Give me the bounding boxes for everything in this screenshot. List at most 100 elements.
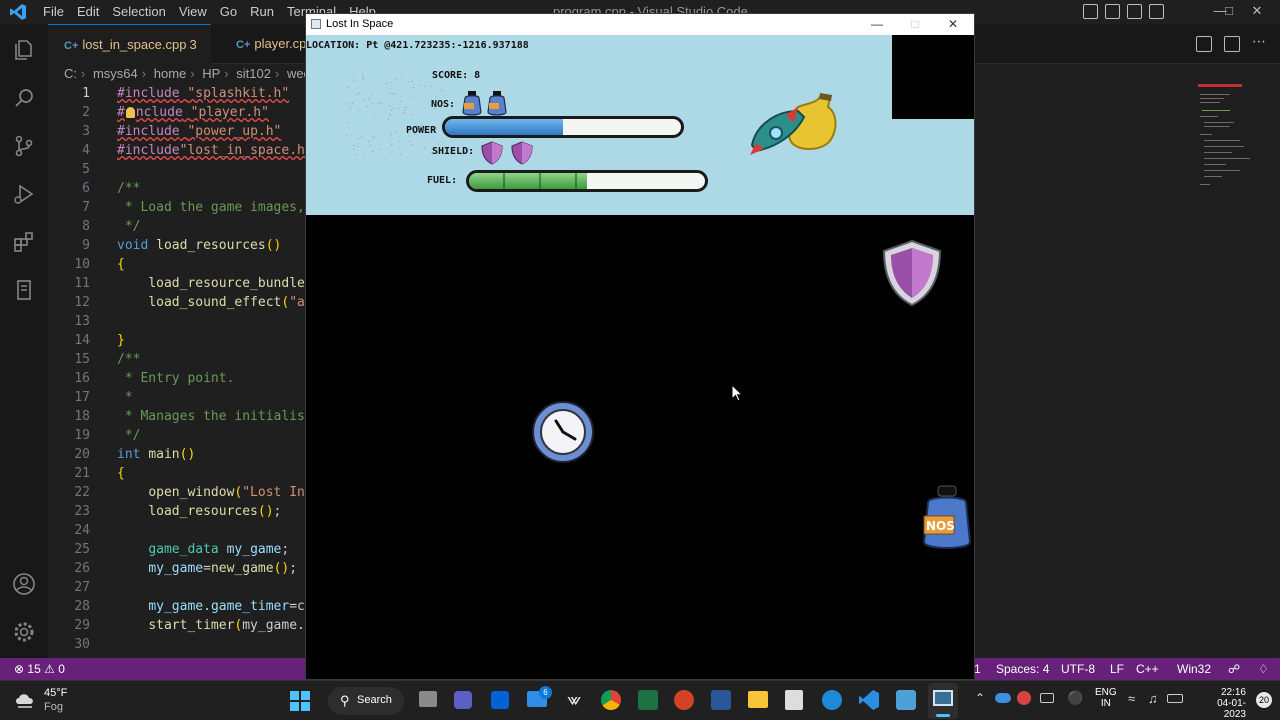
- vscode-taskbar-icon[interactable]: [859, 690, 879, 710]
- menu-run[interactable]: Run: [250, 3, 282, 21]
- language-code: ENG: [1095, 687, 1117, 698]
- close-icon[interactable]: ✕: [1234, 0, 1280, 24]
- code-text: * Entry point.: [117, 371, 235, 386]
- show-hidden-icons-icon[interactable]: ⌃: [975, 691, 985, 705]
- tab-lost-in-space-cpp[interactable]: C+ lost_in_space.cpp 3: [48, 24, 211, 64]
- toggle-panel-icon[interactable]: [1105, 4, 1120, 19]
- run-debug-icon[interactable]: [12, 182, 36, 206]
- indentation-setting[interactable]: Spaces: 4: [996, 658, 1049, 680]
- code-text: start_timer(my_game.g: [148, 618, 313, 633]
- teams-chat-icon[interactable]: [454, 691, 472, 709]
- onedrive-icon[interactable]: [995, 693, 1011, 703]
- line-number: 1: [82, 86, 90, 101]
- notification-count[interactable]: 20: [1256, 692, 1272, 708]
- source-control-icon[interactable]: [12, 134, 36, 158]
- dropbox-icon[interactable]: [491, 691, 509, 709]
- menu-file[interactable]: File: [43, 3, 72, 21]
- keyboard-icon[interactable]: [1040, 693, 1054, 703]
- weather-temp[interactable]: 45°F: [44, 687, 67, 699]
- breadcrumb-item[interactable]: C:: [64, 66, 77, 81]
- microphone-icon[interactable]: ⚫: [1067, 690, 1083, 706]
- windows-start-icon[interactable]: [290, 691, 310, 711]
- menu-selection[interactable]: Selection: [112, 3, 173, 21]
- powerpoint-icon[interactable]: [674, 690, 694, 710]
- settings-gear-icon[interactable]: [12, 620, 36, 644]
- game-maximize-button[interactable]: □: [896, 14, 934, 34]
- language-indicator[interactable]: ENG IN: [1095, 687, 1117, 709]
- game-taskbar-button[interactable]: [928, 683, 958, 719]
- accounts-icon[interactable]: [12, 572, 36, 596]
- shield-powerup-sprite: [882, 239, 942, 307]
- shield-label: SHIELD:: [432, 146, 475, 157]
- game-close-button[interactable]: ✕: [934, 14, 972, 34]
- breadcrumb-item[interactable]: msys64: [93, 66, 138, 81]
- toggle-sidebar-icon[interactable]: [1083, 4, 1098, 19]
- line-number: 10: [74, 257, 90, 272]
- code-text: * Load the game images,: [117, 200, 305, 215]
- game-minimize-button[interactable]: —: [858, 14, 896, 34]
- clock[interactable]: 22:16 04-01-2023: [1196, 687, 1246, 720]
- file-explorer-icon[interactable]: [748, 691, 768, 708]
- line-number: 13: [74, 314, 90, 329]
- weather-desc[interactable]: Fog: [44, 701, 63, 713]
- clock-date: 04-01-2023: [1217, 698, 1246, 720]
- eol-setting[interactable]: LF: [1110, 658, 1124, 680]
- feedback-icon[interactable]: ☍: [1228, 658, 1240, 680]
- power-label: POWER: [406, 125, 437, 136]
- encoding-setting[interactable]: UTF-8: [1061, 658, 1095, 680]
- breadcrumb-item[interactable]: HP: [202, 66, 220, 81]
- excel-icon[interactable]: [638, 690, 658, 710]
- word-icon[interactable]: [711, 690, 731, 710]
- customize-layout-icon[interactable]: [1149, 4, 1164, 19]
- notifications-bell-icon[interactable]: ♢: [1258, 658, 1269, 680]
- breadcrumb-item[interactable]: sit102: [236, 66, 271, 81]
- minimap[interactable]: [1198, 84, 1268, 204]
- search-icon[interactable]: [12, 86, 36, 110]
- extensions-icon[interactable]: [12, 230, 36, 254]
- activity-bar: [0, 24, 48, 658]
- battery-icon[interactable]: [1167, 694, 1183, 703]
- line-number: 18: [74, 409, 90, 424]
- shield-icon: [480, 141, 504, 165]
- toggle-secondary-sidebar-icon[interactable]: [1127, 4, 1142, 19]
- language-mode[interactable]: C++: [1136, 658, 1159, 680]
- remote-explorer-icon[interactable]: [12, 278, 36, 302]
- game-window[interactable]: Lost In Space — □ ✕ LOCATION: Pt @421.72…: [305, 13, 975, 680]
- taskbar-search-button[interactable]: ⚲ Search: [328, 687, 404, 715]
- nos-powerup-sprite: NOS: [922, 485, 972, 549]
- security-icon[interactable]: [1017, 691, 1031, 705]
- wifi-icon[interactable]: ≈: [1128, 691, 1135, 706]
- menu-view[interactable]: View: [179, 3, 215, 21]
- breadcrumb-item[interactable]: home: [154, 66, 187, 81]
- more-actions-icon[interactable]: ⋯: [1252, 35, 1268, 52]
- snipping-tool-icon[interactable]: [785, 690, 803, 710]
- run-file-icon[interactable]: [1196, 36, 1212, 52]
- explorer-icon[interactable]: [12, 38, 36, 62]
- cursor-position[interactable]: 1: [974, 658, 981, 680]
- code-text: /**: [117, 181, 141, 196]
- volume-icon[interactable]: ♫: [1148, 691, 1158, 706]
- chrome-icon[interactable]: [601, 690, 621, 710]
- weather-icon: [16, 694, 33, 708]
- platform-config[interactable]: Win32: [1177, 658, 1211, 680]
- code-text: my_game.game_timer=cr: [148, 599, 313, 614]
- line-number: 24: [74, 523, 90, 538]
- task-view-icon[interactable]: [419, 691, 437, 707]
- edge-icon[interactable]: [822, 690, 842, 710]
- split-editor-icon[interactable]: [1224, 36, 1240, 52]
- menu-go[interactable]: Go: [220, 3, 245, 21]
- msys2-icon[interactable]: [896, 690, 916, 710]
- line-number: 29: [74, 618, 90, 633]
- lightbulb-icon[interactable]: [125, 107, 135, 118]
- mail-badge: 6: [539, 686, 552, 699]
- line-number: 16: [74, 371, 90, 386]
- menu-edit[interactable]: Edit: [77, 3, 107, 21]
- app-icon[interactable]: ⩖: [567, 689, 581, 710]
- code-text: /**: [117, 352, 141, 367]
- score-readout: SCORE: 8: [432, 70, 481, 81]
- code-text: * Manages the initialisa: [117, 409, 313, 424]
- code-text: #include "splashkit.h": [117, 86, 290, 101]
- problems-indicator[interactable]: ⊗ 15 ⚠ 0: [14, 658, 65, 680]
- editor-scrollbar[interactable]: [1268, 84, 1280, 658]
- nos-label: NOS:: [431, 99, 456, 110]
